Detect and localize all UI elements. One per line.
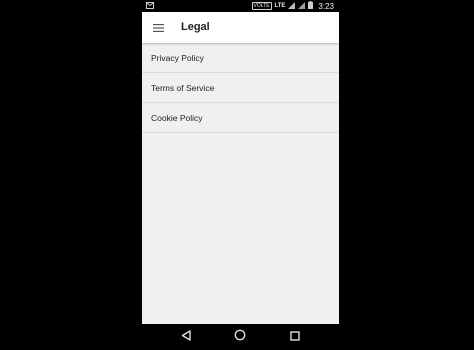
navigation-bar	[142, 324, 339, 350]
list-item-label: Privacy Policy	[151, 52, 204, 63]
legal-list: Privacy Policy Terms of Service Cookie P…	[142, 43, 339, 324]
battery-icon	[308, 1, 314, 11]
status-icons: VOLTE LTE 3:23	[251, 1, 334, 11]
gmail-icon	[146, 2, 154, 9]
home-circle-icon	[234, 328, 246, 346]
status-bar: VOLTE LTE 3:23	[142, 0, 339, 12]
list-item-label: Cookie Policy	[151, 112, 203, 123]
menu-button[interactable]	[147, 17, 169, 39]
list-item-privacy-policy[interactable]: Privacy Policy	[142, 43, 339, 73]
signal-secondary-icon	[298, 1, 306, 11]
lte-indicator: LTE	[274, 3, 286, 9]
status-time: 3:23	[318, 1, 334, 11]
app-bar: Legal	[142, 12, 339, 43]
phone-screen: VOLTE LTE 3:23 Legal Privacy Policy Term…	[142, 0, 339, 350]
page-title: Legal	[181, 21, 210, 33]
nav-back-button[interactable]	[179, 330, 193, 344]
recents-square-icon	[290, 328, 300, 346]
nav-home-button[interactable]	[233, 328, 247, 346]
back-triangle-icon	[181, 328, 191, 346]
volte-badge: VOLTE	[251, 2, 272, 10]
signal-icon	[288, 1, 296, 11]
nav-recents-button[interactable]	[288, 330, 302, 344]
list-item-cookie-policy[interactable]: Cookie Policy	[142, 103, 339, 133]
list-item-label: Terms of Service	[151, 82, 215, 93]
hamburger-menu-icon	[152, 19, 164, 37]
list-item-terms-of-service[interactable]: Terms of Service	[142, 73, 339, 103]
